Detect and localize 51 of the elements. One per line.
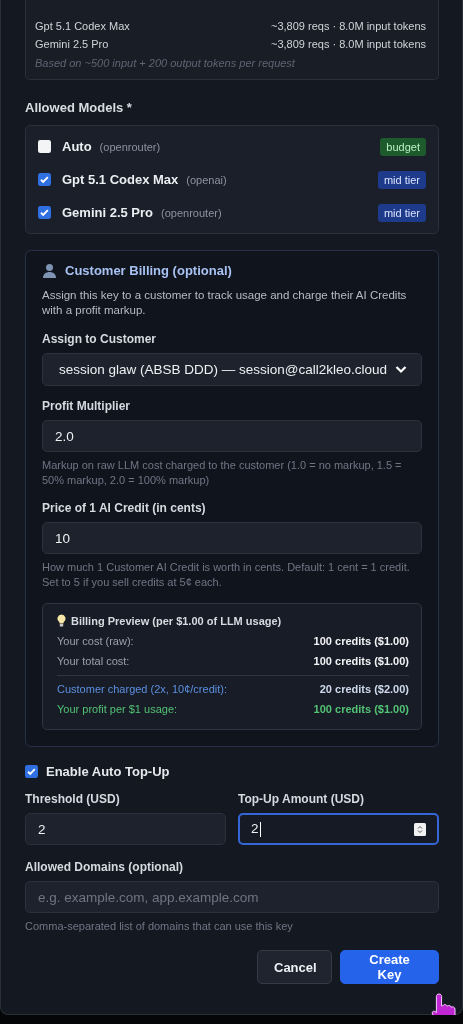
provider-label: (openrouter) [161, 206, 222, 219]
section-label: Allowed Models * [25, 100, 133, 115]
capacity-estimate: ~3,809 reqs · 8.0M input tokens [271, 20, 426, 32]
preview-value: 100 credits ($1.00) [313, 635, 409, 647]
checked-checkbox[interactable] [38, 206, 51, 219]
preview-label: Your cost (raw): [57, 635, 134, 647]
field-label: Profit Multiplier [42, 399, 131, 413]
preview-title: Billing Preview (per $1.00 of LLM usage) [71, 614, 282, 627]
preview-label: Your total cost: [57, 655, 130, 667]
field-label: Allowed Domains (optional) [25, 860, 184, 874]
chevron-down-icon [395, 365, 407, 374]
unchecked-checkbox[interactable] [38, 140, 51, 153]
field-hint: How much 1 Customer AI Credit is worth in cents. Default: 1 cent = 1 credit. Set to 5 if you sell credits at 5¢ each. [42, 560, 411, 590]
model-name: Gpt 5.1 Codex Max [62, 172, 179, 187]
capacity-estimate: ~3,809 reqs · 8.0M input tokens [271, 38, 426, 50]
tier-tag: mid tier [377, 203, 426, 222]
field-label: Threshold (USD) [25, 792, 121, 806]
field-hint: Comma-separated list of domains that can use this key [25, 919, 294, 934]
user-icon [42, 263, 57, 278]
provider-label: (openai) [186, 173, 227, 186]
spinner-icon[interactable] [414, 822, 426, 836]
customer-select[interactable]: session glaw (ABSB DDD) — session@call2kleo.cloud [42, 353, 422, 386]
preview-value: 100 credits ($1.00) [313, 703, 409, 715]
multiplier-input[interactable]: 2.0 [42, 420, 422, 452]
preview-value: 100 credits ($1.00) [313, 655, 409, 667]
field-label: Assign to Customer [42, 332, 157, 346]
model-name: Gpt 5.1 Codex Max [35, 20, 130, 32]
preview-label: Customer charged (2x, 10¢/credit): [57, 683, 227, 695]
capacity-note: Based on ~500 input + 200 output tokens per request [35, 56, 296, 71]
model-name: Gemini 2.5 Pro [35, 38, 109, 50]
lightbulb-icon [57, 614, 66, 627]
create-button[interactable]: Create Key [340, 950, 439, 984]
section-title: Customer Billing (optional) [65, 263, 232, 278]
preview-value: 20 credits ($2.00) [319, 683, 409, 695]
field-label: Price of 1 AI Credit (in cents) [42, 501, 207, 515]
checked-checkbox[interactable] [38, 173, 51, 186]
cancel-button[interactable]: Cancel [257, 950, 332, 984]
tier-tag: budget [380, 137, 426, 156]
credit-price-input[interactable]: 10 [42, 522, 422, 554]
threshold-input[interactable]: 2 [25, 813, 226, 845]
provider-label: (openrouter) [99, 140, 161, 153]
preview-label: Your profit per $1 usage: [57, 703, 178, 715]
model-name: Auto [62, 139, 92, 154]
topup-amount-input[interactable]: 2 [238, 813, 439, 845]
checked-checkbox[interactable] [25, 765, 38, 778]
model-name: Gemini 2.5 Pro [62, 205, 154, 220]
checkbox-label: Enable Auto Top-Up [46, 764, 170, 779]
tier-tag: mid tier [377, 170, 426, 189]
section-description: Assign this key to a customer to track usage and charge their AI Credits with a profit markup. [42, 288, 408, 318]
field-label: Top-Up Amount (USD) [238, 792, 365, 806]
field-hint: Markup on raw LLM cost charged to the customer (1.0 = no markup, 1.5 = 50% markup, 2.0 = 100% markup) [42, 458, 403, 488]
